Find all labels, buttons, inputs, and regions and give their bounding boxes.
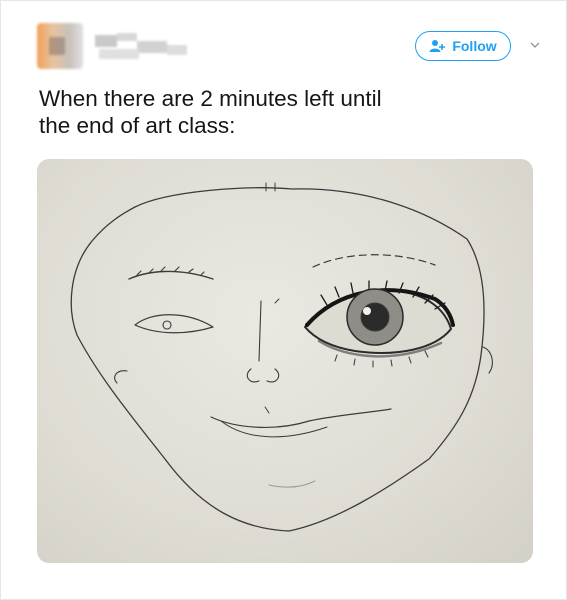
tweet-text-line: the end of art class: bbox=[39, 113, 236, 138]
realistic-eye-drawing bbox=[304, 280, 455, 368]
add-user-icon bbox=[429, 40, 446, 52]
tweet-text-line: When there are 2 minutes left until bbox=[39, 86, 382, 111]
follow-button[interactable]: Follow bbox=[415, 31, 511, 61]
face-sketch-drawing bbox=[70, 182, 493, 532]
avatar[interactable] bbox=[37, 23, 83, 69]
tweet-photo[interactable] bbox=[37, 159, 533, 563]
tweet-card: Follow When there are 2 minutes left unt… bbox=[0, 0, 567, 600]
tweet-text: When there are 2 minutes left until the … bbox=[39, 85, 519, 139]
chevron-down-icon[interactable] bbox=[529, 39, 541, 51]
user-name-blurred[interactable] bbox=[95, 33, 187, 63]
tweet-header: Follow bbox=[37, 23, 548, 69]
follow-label: Follow bbox=[452, 38, 497, 54]
